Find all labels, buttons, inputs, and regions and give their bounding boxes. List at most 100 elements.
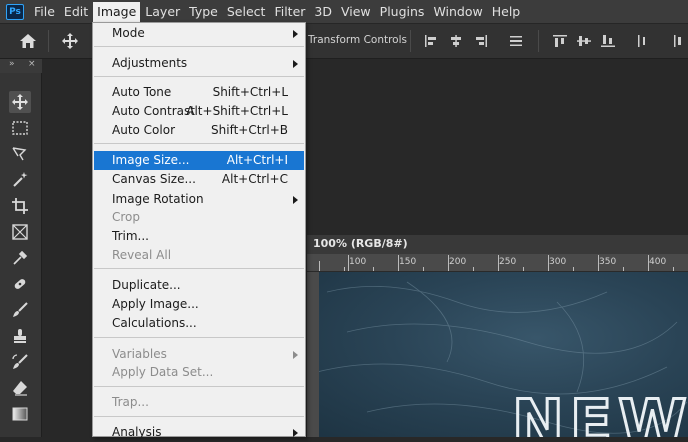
menu-view[interactable]: View — [337, 2, 375, 22]
menu-item-image-size[interactable]: Image Size... Alt+Ctrl+I — [94, 151, 304, 170]
menu-item-adjustments[interactable]: Adjustments — [94, 54, 304, 73]
menu-type[interactable]: Type — [185, 2, 222, 22]
ruler-tick — [373, 267, 374, 271]
menu-3d[interactable]: 3D — [310, 2, 336, 22]
clone-stamp-icon — [14, 329, 26, 343]
brush-icon — [13, 302, 28, 317]
options-separator — [410, 30, 411, 52]
canvas-text: NEW — [512, 386, 688, 437]
ruler-tick — [473, 267, 474, 271]
document-tab[interactable]: 100% (RGB/8#) — [307, 235, 688, 254]
menu-separator — [94, 143, 304, 144]
gradient-icon — [12, 407, 28, 421]
menu-item-auto-contrast[interactable]: Auto Contrast Alt+Shift+Ctrl+L — [94, 102, 304, 121]
ruler-label: 100 — [349, 257, 367, 267]
brush-tool[interactable] — [9, 299, 31, 321]
menu-item-auto-color[interactable]: Auto Color Shift+Ctrl+B — [94, 121, 304, 140]
options-separator — [48, 30, 49, 52]
ruler-tick — [319, 261, 320, 271]
menu-file[interactable]: File — [30, 2, 59, 22]
menu-filter[interactable]: Filter — [270, 2, 309, 22]
menu-item-reveal-all: Reveal All — [112, 248, 172, 262]
align-top-icon[interactable] — [552, 34, 568, 48]
menu-bar: Ps File Edit Image Layer Type Select Fil… — [0, 0, 688, 23]
collapse-panel-icon[interactable]: » — [9, 59, 15, 69]
horizontal-ruler[interactable]: 100 150 200 250 300 350 400 — [307, 254, 688, 272]
document-canvas[interactable]: NEW — [307, 272, 688, 437]
menu-item-analysis[interactable]: Analysis — [94, 423, 304, 442]
chalkboard-artwork: NEW — [316, 281, 688, 437]
ruler-label: 300 — [549, 257, 567, 267]
menu-separator — [94, 386, 304, 387]
menu-select[interactable]: Select — [223, 2, 270, 22]
ruler-label: 400 — [649, 257, 667, 267]
healing-brush-tool[interactable] — [9, 273, 31, 295]
menu-item-mode[interactable]: Mode — [94, 24, 304, 43]
transform-controls-label[interactable]: Transform Controls — [308, 34, 407, 46]
menu-separator — [94, 337, 304, 338]
menu-window[interactable]: Window — [429, 2, 486, 22]
align-middle-icon[interactable] — [576, 34, 592, 48]
history-brush-tool[interactable] — [9, 351, 31, 373]
gradient-tool[interactable] — [9, 403, 31, 425]
menu-separator — [94, 76, 304, 77]
distribute-icon[interactable] — [508, 34, 524, 48]
magic-wand-tool[interactable] — [9, 169, 31, 191]
distribute-horizontal-icon[interactable] — [672, 34, 688, 48]
menu-help[interactable]: Help — [488, 2, 525, 22]
document-title: 100% (RGB/8#) — [313, 237, 408, 250]
eyedropper-tool[interactable] — [9, 247, 31, 269]
ruler-label: 150 — [399, 257, 417, 267]
align-center-icon[interactable] — [448, 34, 464, 48]
home-icon[interactable] — [18, 32, 38, 50]
clone-stamp-tool[interactable] — [9, 325, 31, 347]
move-icon — [12, 94, 28, 110]
menu-item-crop: Crop — [112, 210, 141, 224]
lasso-tool[interactable] — [9, 143, 31, 165]
menu-item-calculations[interactable]: Calculations... — [94, 314, 304, 333]
menu-item-canvas-size[interactable]: Canvas Size... Alt+Ctrl+C — [94, 170, 304, 189]
ruler-tick — [423, 267, 424, 271]
submenu-arrow-icon — [293, 60, 298, 68]
move-tool-icon[interactable] — [60, 32, 80, 50]
crop-icon — [12, 198, 28, 214]
submenu-arrow-icon — [293, 429, 298, 437]
image-menu: Mode Adjustments Auto Tone Shift+Ctrl+L … — [92, 22, 306, 439]
menu-item-auto-tone[interactable]: Auto Tone Shift+Ctrl+L — [94, 83, 304, 102]
eraser-tool[interactable] — [9, 377, 31, 399]
align-bottom-icon[interactable] — [600, 34, 616, 48]
menu-item-apply-image[interactable]: Apply Image... — [94, 295, 304, 314]
vertical-ruler[interactable] — [307, 272, 319, 437]
ruler-tick — [673, 267, 674, 271]
lasso-icon — [12, 147, 27, 161]
healing-brush-icon — [14, 279, 26, 289]
ruler-tick — [348, 255, 349, 271]
menu-item-trim[interactable]: Trim... — [94, 227, 304, 246]
submenu-arrow-icon — [293, 196, 298, 204]
tools-panel-header: » × — [0, 59, 42, 73]
menu-plugins[interactable]: Plugins — [376, 2, 429, 22]
menu-edit[interactable]: Edit — [60, 2, 92, 22]
align-left-icon[interactable] — [424, 34, 440, 48]
tools-panel — [0, 73, 42, 437]
crop-tool[interactable] — [9, 195, 31, 217]
move-tool[interactable] — [9, 91, 31, 113]
photoshop-logo[interactable]: Ps — [6, 3, 24, 20]
magic-wand-icon — [13, 172, 28, 187]
marquee-tool[interactable] — [9, 117, 31, 139]
close-panel-icon[interactable]: × — [28, 59, 36, 69]
ruler-tick — [344, 267, 345, 271]
submenu-arrow-icon — [293, 30, 298, 38]
eraser-icon — [13, 381, 27, 396]
menu-item-trap: Trap... — [112, 395, 149, 409]
menu-separator — [94, 46, 304, 47]
frame-icon — [12, 224, 28, 240]
menu-item-duplicate[interactable]: Duplicate... — [94, 276, 304, 295]
distribute-vertical-icon[interactable] — [636, 34, 652, 48]
align-right-icon[interactable] — [472, 34, 488, 48]
menu-layer[interactable]: Layer — [141, 2, 184, 22]
frame-tool[interactable] — [9, 221, 31, 243]
rectangular-marquee-icon — [12, 121, 28, 135]
menu-image[interactable]: Image — [93, 1, 141, 22]
menu-item-image-rotation[interactable]: Image Rotation — [94, 190, 304, 209]
